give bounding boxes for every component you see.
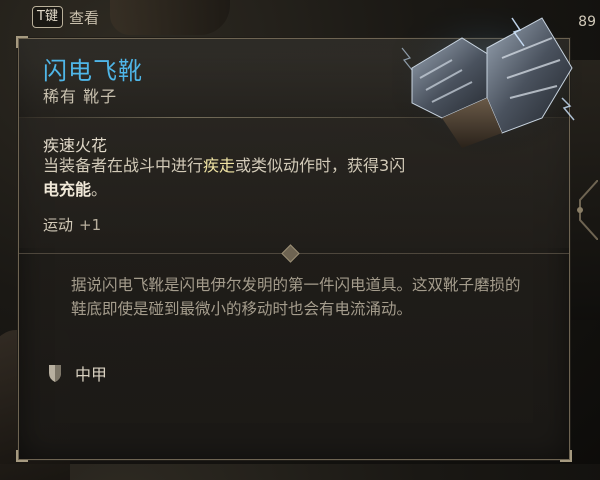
bonus-label: 运动 xyxy=(43,216,74,234)
effect-keyword-charge[interactable]: 电充能 xyxy=(43,180,91,199)
effect-text: 闪 xyxy=(389,156,406,175)
view-hint[interactable]: T键 查看 xyxy=(32,6,99,28)
item-name: 闪电飞靴 xyxy=(43,57,143,85)
lore-text: 据说闪电飞靴是闪电伊尔发明的第一件闪电道具。这双靴子磨损的鞋底即使是碰到最微小的… xyxy=(71,276,521,318)
bonus-value: +1 xyxy=(79,216,102,234)
effect-description: 当装备者在战斗中进行疾走或类似动作时，获得3闪电充能。 xyxy=(43,154,513,202)
boots-icon xyxy=(392,8,582,158)
item-rarity-type: 稀有 靴子 xyxy=(43,87,118,106)
skill-bonus: 运动 +1 xyxy=(43,214,101,235)
armor-type-row: 中甲 xyxy=(47,361,107,385)
effect-text: 。 xyxy=(91,180,108,199)
effect-text: 或类似动作时，获得 xyxy=(235,156,380,175)
view-label: 查看 xyxy=(68,8,99,27)
shield-icon xyxy=(49,365,61,382)
effect-keyword-dash[interactable]: 疾走 xyxy=(203,156,235,175)
effect-text: 当装备者在战斗中进行 xyxy=(43,156,204,175)
tooltip-corner xyxy=(16,450,28,462)
background-ledge xyxy=(110,0,230,35)
t-key-cap: T键 xyxy=(32,6,63,28)
effect-title: 疾速火花 xyxy=(43,136,108,155)
effect-number: 3 xyxy=(379,156,390,175)
frame-ornament xyxy=(577,180,598,240)
tooltip-corner xyxy=(560,450,572,462)
armor-type-label: 中甲 xyxy=(75,365,108,384)
